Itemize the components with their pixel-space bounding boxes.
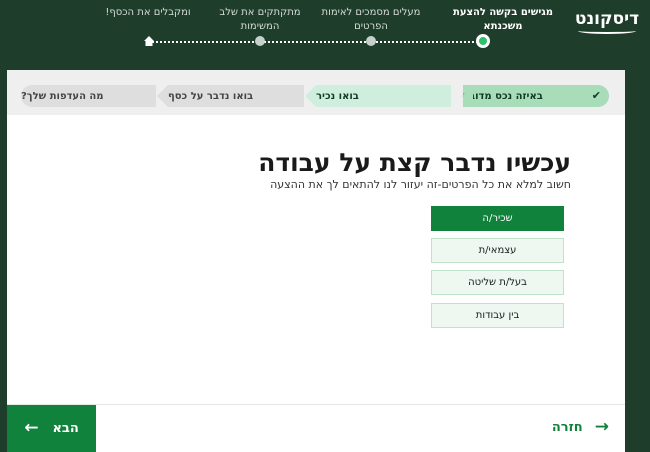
page-title: עכשיו נדבר קצת על עבודה: [258, 148, 571, 177]
discount-logo[interactable]: דיסקונט: [574, 8, 640, 34]
progress-dot-current: [476, 34, 490, 48]
progress-step-2: מעלים מסמכים לאימות הפרטים: [321, 7, 421, 32]
step-chevron: [157, 85, 168, 107]
step-property[interactable]: ✔ באיזה נכס מדובר: [463, 85, 609, 107]
step-preferences[interactable]: מה העדפות שלך?: [21, 85, 156, 107]
progress-dot: [255, 36, 265, 46]
logo-text: דיסקונט: [574, 9, 640, 29]
top-header: דיסקונט מגישים בקשה להצעת משכנתא מעלים מ…: [0, 0, 650, 70]
arrow-right-icon: →: [594, 416, 609, 437]
option-controlling-owner[interactable]: בעל/ת שליטה: [431, 270, 564, 295]
progress-line: [152, 41, 482, 43]
next-label: הבא: [52, 421, 79, 436]
steps-bar: ✔ באיזה נכס מדובר בואו נכיר בואו נדבר על…: [7, 70, 625, 115]
option-self-employed[interactable]: עצמאי/ת: [431, 238, 564, 263]
next-button[interactable]: הבא ←: [7, 405, 96, 452]
home-icon: [144, 36, 154, 46]
progress-step-3: מתקתקים את שלב המשימות: [219, 7, 301, 32]
footer-divider: [7, 404, 625, 405]
progress-step-4: ומקבלים את הכסף!: [105, 7, 191, 18]
step-money[interactable]: בואו נדבר על כסף: [168, 85, 304, 107]
progress-dot: [366, 36, 376, 46]
step-chevron: [305, 85, 316, 107]
progress-step-1: מגישים בקשה להצעת משכנתא: [453, 7, 553, 32]
step-meet[interactable]: בואו נכיר: [316, 85, 451, 107]
page-subtitle: חשוב למלא את כל הפרטים-זה יעזור לנו להתא…: [270, 178, 571, 191]
option-between-jobs[interactable]: בין עבודות: [431, 303, 564, 328]
form-card: ✔ באיזה נכס מדובר בואו נכיר בואו נדבר על…: [7, 70, 625, 452]
check-icon: ✔: [591, 89, 601, 102]
back-label: חזרה: [551, 419, 583, 435]
step-chevron: [462, 85, 473, 107]
arrow-left-icon: ←: [24, 418, 39, 438]
back-button[interactable]: → חזרה: [552, 415, 609, 439]
option-employee[interactable]: שכיר/ה: [431, 206, 564, 231]
